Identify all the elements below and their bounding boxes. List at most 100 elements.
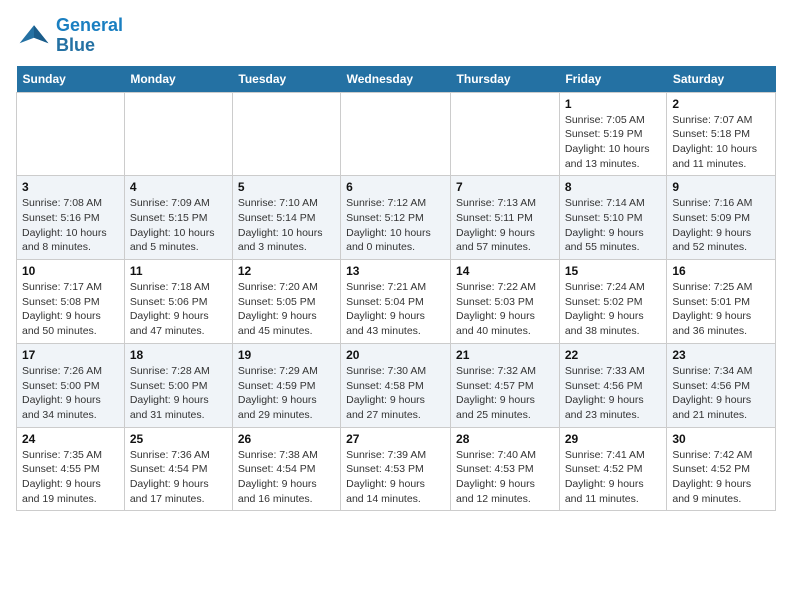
logo: General Blue — [16, 16, 123, 56]
day-number: 11 — [130, 264, 227, 278]
calendar-cell — [232, 92, 340, 176]
day-number: 15 — [565, 264, 662, 278]
calendar-header: SundayMondayTuesdayWednesdayThursdayFrid… — [17, 66, 776, 93]
day-info: Sunrise: 7:24 AM Sunset: 5:02 PM Dayligh… — [565, 280, 662, 339]
weekday-header-tuesday: Tuesday — [232, 66, 340, 93]
calendar-cell — [17, 92, 125, 176]
day-number: 12 — [238, 264, 335, 278]
day-info: Sunrise: 7:22 AM Sunset: 5:03 PM Dayligh… — [456, 280, 554, 339]
weekday-header-friday: Friday — [559, 66, 667, 93]
day-info: Sunrise: 7:30 AM Sunset: 4:58 PM Dayligh… — [346, 364, 445, 423]
calendar-cell: 14 Sunrise: 7:22 AM Sunset: 5:03 PM Dayli… — [451, 260, 560, 344]
calendar-cell: 17 Sunrise: 7:26 AM Sunset: 5:00 PM Dayli… — [17, 343, 125, 427]
calendar-cell: 1 Sunrise: 7:05 AM Sunset: 5:19 PM Daylig… — [559, 92, 667, 176]
calendar-cell: 8 Sunrise: 7:14 AM Sunset: 5:10 PM Daylig… — [559, 176, 667, 260]
calendar-cell: 4 Sunrise: 7:09 AM Sunset: 5:15 PM Daylig… — [124, 176, 232, 260]
day-info: Sunrise: 7:16 AM Sunset: 5:09 PM Dayligh… — [672, 196, 770, 255]
calendar-cell: 29 Sunrise: 7:41 AM Sunset: 4:52 PM Dayli… — [559, 427, 667, 511]
day-number: 28 — [456, 432, 554, 446]
weekday-header-monday: Monday — [124, 66, 232, 93]
day-number: 25 — [130, 432, 227, 446]
calendar-cell: 18 Sunrise: 7:28 AM Sunset: 5:00 PM Dayli… — [124, 343, 232, 427]
weekday-header-saturday: Saturday — [667, 66, 776, 93]
day-info: Sunrise: 7:13 AM Sunset: 5:11 PM Dayligh… — [456, 196, 554, 255]
page-header: General Blue — [16, 16, 776, 56]
day-number: 8 — [565, 180, 662, 194]
day-info: Sunrise: 7:09 AM Sunset: 5:15 PM Dayligh… — [130, 196, 227, 255]
calendar-cell: 2Sunrise: 7:07 AM Sunset: 5:18 PM Daylig… — [667, 92, 776, 176]
calendar-cell: 15 Sunrise: 7:24 AM Sunset: 5:02 PM Dayli… — [559, 260, 667, 344]
day-number: 1 — [565, 97, 662, 111]
calendar-cell: 25 Sunrise: 7:36 AM Sunset: 4:54 PM Dayli… — [124, 427, 232, 511]
day-info: Sunrise: 7:38 AM Sunset: 4:54 PM Dayligh… — [238, 448, 335, 507]
day-info: Sunrise: 7:36 AM Sunset: 4:54 PM Dayligh… — [130, 448, 227, 507]
weekday-header-wednesday: Wednesday — [341, 66, 451, 93]
day-number: 4 — [130, 180, 227, 194]
calendar-cell: 13Sunrise: 7:21 AM Sunset: 5:04 PM Dayli… — [341, 260, 451, 344]
day-number: 22 — [565, 348, 662, 362]
day-number: 20 — [346, 348, 445, 362]
day-number: 9 — [672, 180, 770, 194]
calendar-cell: 26Sunrise: 7:38 AM Sunset: 4:54 PM Dayli… — [232, 427, 340, 511]
calendar-cell — [451, 92, 560, 176]
day-info: Sunrise: 7:26 AM Sunset: 5:00 PM Dayligh… — [22, 364, 119, 423]
weekday-header-thursday: Thursday — [451, 66, 560, 93]
calendar-table: SundayMondayTuesdayWednesdayThursdayFrid… — [16, 66, 776, 512]
calendar-cell: 19 Sunrise: 7:29 AM Sunset: 4:59 PM Dayli… — [232, 343, 340, 427]
calendar-cell: 11 Sunrise: 7:18 AM Sunset: 5:06 PM Dayli… — [124, 260, 232, 344]
calendar-cell — [341, 92, 451, 176]
calendar-cell: 16 Sunrise: 7:25 AM Sunset: 5:01 PM Dayli… — [667, 260, 776, 344]
day-info: Sunrise: 7:12 AM Sunset: 5:12 PM Dayligh… — [346, 196, 445, 255]
calendar-cell: 6 Sunrise: 7:12 AM Sunset: 5:12 PM Daylig… — [341, 176, 451, 260]
day-number: 17 — [22, 348, 119, 362]
day-number: 23 — [672, 348, 770, 362]
day-info: Sunrise: 7:25 AM Sunset: 5:01 PM Dayligh… — [672, 280, 770, 339]
day-info: Sunrise: 7:08 AM Sunset: 5:16 PM Dayligh… — [22, 196, 119, 255]
calendar-cell: 27Sunrise: 7:39 AM Sunset: 4:53 PM Dayli… — [341, 427, 451, 511]
day-number: 5 — [238, 180, 335, 194]
day-number: 19 — [238, 348, 335, 362]
calendar-week-3: 10 Sunrise: 7:17 AM Sunset: 5:08 PM Dayli… — [17, 260, 776, 344]
calendar-cell: 10 Sunrise: 7:17 AM Sunset: 5:08 PM Dayli… — [17, 260, 125, 344]
day-info: Sunrise: 7:33 AM Sunset: 4:56 PM Dayligh… — [565, 364, 662, 423]
day-number: 6 — [346, 180, 445, 194]
weekday-header-sunday: Sunday — [17, 66, 125, 93]
day-info: Sunrise: 7:20 AM Sunset: 5:05 PM Dayligh… — [238, 280, 335, 339]
calendar-week-2: 3 Sunrise: 7:08 AM Sunset: 5:16 PM Daylig… — [17, 176, 776, 260]
day-number: 16 — [672, 264, 770, 278]
logo-icon — [16, 18, 52, 54]
day-info: Sunrise: 7:10 AM Sunset: 5:14 PM Dayligh… — [238, 196, 335, 255]
calendar-cell: 30Sunrise: 7:42 AM Sunset: 4:52 PM Dayli… — [667, 427, 776, 511]
day-info: Sunrise: 7:17 AM Sunset: 5:08 PM Dayligh… — [22, 280, 119, 339]
day-number: 2 — [672, 97, 770, 111]
day-number: 30 — [672, 432, 770, 446]
day-info: Sunrise: 7:34 AM Sunset: 4:56 PM Dayligh… — [672, 364, 770, 423]
day-number: 14 — [456, 264, 554, 278]
day-info: Sunrise: 7:28 AM Sunset: 5:00 PM Dayligh… — [130, 364, 227, 423]
day-info: Sunrise: 7:05 AM Sunset: 5:19 PM Dayligh… — [565, 113, 662, 172]
day-info: Sunrise: 7:41 AM Sunset: 4:52 PM Dayligh… — [565, 448, 662, 507]
logo-text: General Blue — [56, 16, 123, 56]
calendar-week-5: 24Sunrise: 7:35 AM Sunset: 4:55 PM Dayli… — [17, 427, 776, 511]
day-number: 21 — [456, 348, 554, 362]
day-number: 18 — [130, 348, 227, 362]
day-info: Sunrise: 7:40 AM Sunset: 4:53 PM Dayligh… — [456, 448, 554, 507]
day-info: Sunrise: 7:32 AM Sunset: 4:57 PM Dayligh… — [456, 364, 554, 423]
day-number: 24 — [22, 432, 119, 446]
calendar-week-1: 1 Sunrise: 7:05 AM Sunset: 5:19 PM Daylig… — [17, 92, 776, 176]
calendar-cell: 3 Sunrise: 7:08 AM Sunset: 5:16 PM Daylig… — [17, 176, 125, 260]
day-number: 29 — [565, 432, 662, 446]
day-number: 7 — [456, 180, 554, 194]
day-number: 3 — [22, 180, 119, 194]
day-info: Sunrise: 7:18 AM Sunset: 5:06 PM Dayligh… — [130, 280, 227, 339]
calendar-cell: 22 Sunrise: 7:33 AM Sunset: 4:56 PM Dayli… — [559, 343, 667, 427]
calendar-cell: 9 Sunrise: 7:16 AM Sunset: 5:09 PM Daylig… — [667, 176, 776, 260]
day-info: Sunrise: 7:39 AM Sunset: 4:53 PM Dayligh… — [346, 448, 445, 507]
day-info: Sunrise: 7:14 AM Sunset: 5:10 PM Dayligh… — [565, 196, 662, 255]
day-info: Sunrise: 7:29 AM Sunset: 4:59 PM Dayligh… — [238, 364, 335, 423]
calendar-cell: 12 Sunrise: 7:20 AM Sunset: 5:05 PM Dayli… — [232, 260, 340, 344]
calendar-cell: 21 Sunrise: 7:32 AM Sunset: 4:57 PM Dayli… — [451, 343, 560, 427]
day-number: 13 — [346, 264, 445, 278]
calendar-cell: 23 Sunrise: 7:34 AM Sunset: 4:56 PM Dayli… — [667, 343, 776, 427]
day-number: 10 — [22, 264, 119, 278]
